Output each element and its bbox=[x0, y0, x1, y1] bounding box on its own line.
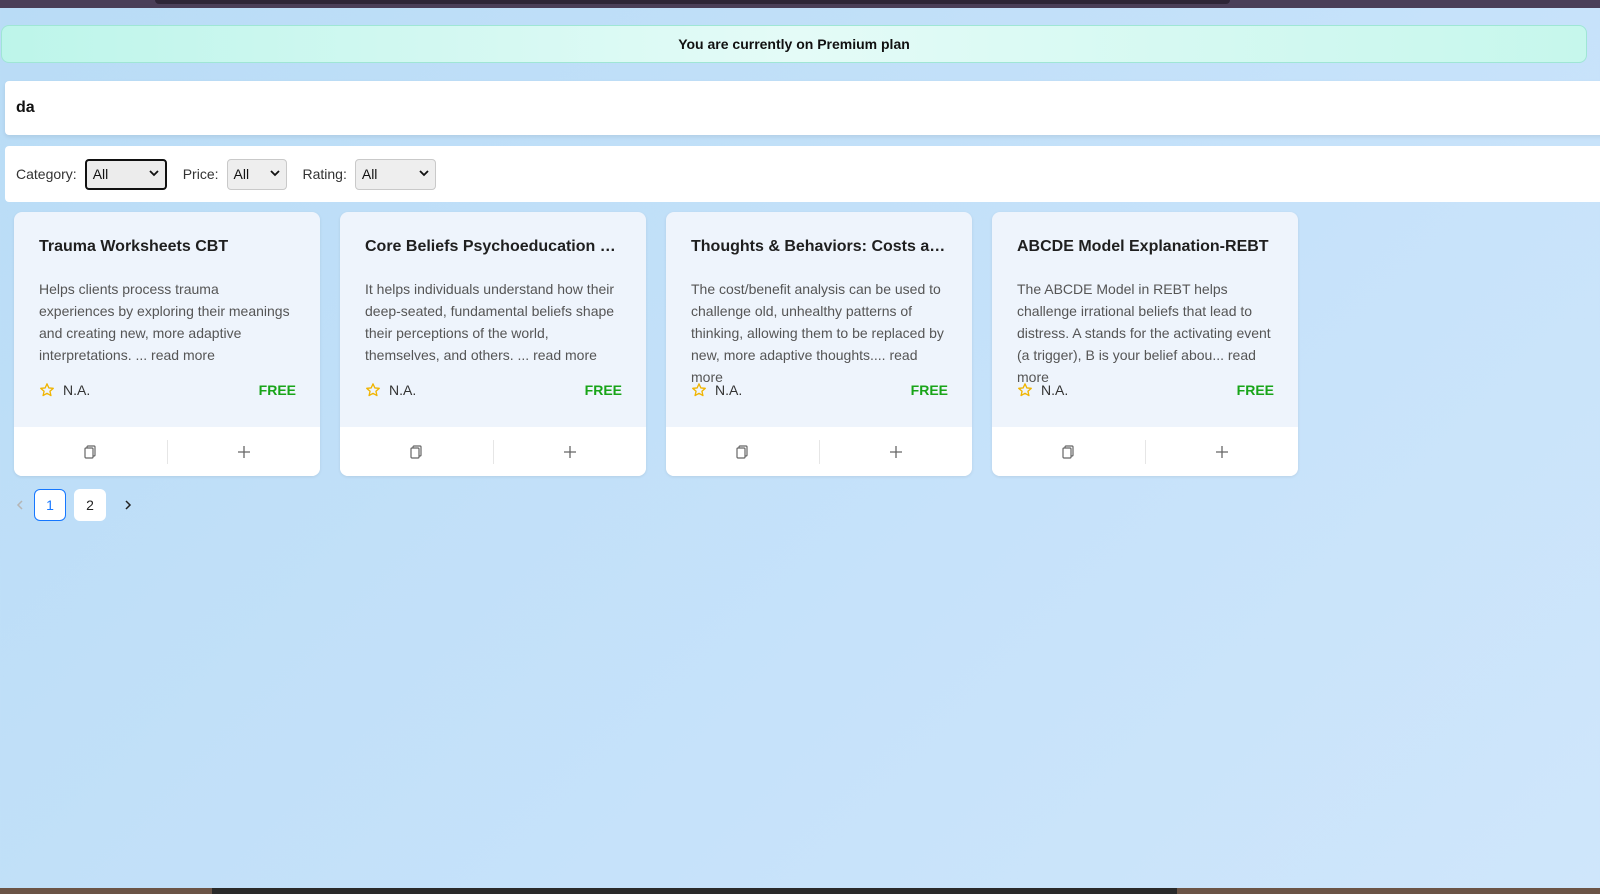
star-icon bbox=[40, 383, 54, 397]
category-filter-label: Category: bbox=[16, 166, 77, 182]
plus-icon bbox=[889, 445, 902, 458]
page-2-button[interactable]: 2 bbox=[74, 489, 106, 521]
plus-icon bbox=[563, 445, 576, 458]
plus-icon bbox=[1215, 445, 1228, 458]
card-price: FREE bbox=[258, 382, 296, 398]
card-meta: N.A. FREE bbox=[365, 382, 622, 398]
filter-bar: Category: All Price: All Rating: All bbox=[5, 146, 1600, 202]
copy-icon bbox=[410, 444, 422, 459]
search-input[interactable] bbox=[16, 99, 616, 117]
card-rating: N.A. bbox=[39, 382, 90, 398]
card-description: Helps clients process trauma experiences… bbox=[39, 281, 290, 363]
prev-page-button[interactable] bbox=[14, 500, 26, 510]
pagination: 1 2 bbox=[14, 489, 134, 521]
card-description: The ABCDE Model in REBT helps challenge … bbox=[1017, 281, 1271, 385]
chevron-down-icon bbox=[269, 169, 280, 180]
card-rating: N.A. bbox=[691, 382, 742, 398]
add-button[interactable] bbox=[494, 427, 647, 476]
worksheet-card[interactable]: ABCDE Model Explanation-REBT The ABCDE M… bbox=[992, 212, 1298, 476]
chevron-down-icon bbox=[419, 169, 429, 180]
taskbar-strip bbox=[212, 888, 1177, 894]
copy-button[interactable] bbox=[340, 427, 493, 476]
add-button[interactable] bbox=[1146, 427, 1299, 476]
card-price: FREE bbox=[584, 382, 622, 398]
card-rating-value: N.A. bbox=[389, 382, 417, 398]
plan-banner: You are currently on Premium plan bbox=[1, 25, 1587, 63]
category-select[interactable]: All bbox=[84, 158, 167, 190]
card-description: The cost/benefit analysis can be used to… bbox=[691, 281, 944, 385]
add-button[interactable] bbox=[168, 427, 321, 476]
copy-button[interactable] bbox=[14, 427, 167, 476]
card-title: Trauma Worksheets CBT bbox=[39, 238, 229, 255]
plus-icon bbox=[237, 445, 250, 458]
search-bar[interactable] bbox=[5, 81, 1600, 135]
card-price: FREE bbox=[1236, 382, 1274, 398]
card-rating-value: N.A. bbox=[715, 382, 743, 398]
card-meta: N.A. FREE bbox=[691, 382, 948, 398]
browser-top-strip bbox=[0, 0, 1600, 8]
card-title: ABCDE Model Explanation-REBT bbox=[1017, 238, 1269, 255]
chevron-down-icon bbox=[149, 169, 159, 180]
star-icon bbox=[692, 383, 706, 397]
card-description: It helps individuals understand how thei… bbox=[365, 281, 615, 363]
rating-select[interactable]: All bbox=[354, 158, 436, 190]
card-rating-value: N.A. bbox=[63, 382, 91, 398]
star-icon bbox=[1018, 383, 1032, 397]
star-icon bbox=[366, 383, 380, 397]
copy-button[interactable] bbox=[992, 427, 1145, 476]
worksheet-card[interactable]: Core Beliefs Psychoeducation CBT It help… bbox=[340, 212, 646, 476]
copy-icon bbox=[84, 444, 96, 459]
price-select-value: All bbox=[233, 166, 250, 182]
card-body: ABCDE Model Explanation-REBT The ABCDE M… bbox=[992, 212, 1298, 427]
card-actions bbox=[14, 427, 320, 476]
card-rating: N.A. bbox=[365, 382, 416, 398]
card-actions bbox=[992, 427, 1298, 476]
plan-banner-text: You are currently on Premium plan bbox=[678, 36, 910, 52]
card-price: FREE bbox=[910, 382, 948, 398]
price-filter-label: Price: bbox=[182, 166, 219, 182]
card-title: Core Beliefs Psychoeducation CBT bbox=[365, 238, 622, 255]
browser-tab-strip bbox=[155, 0, 1230, 4]
browser-bottom-strip bbox=[0, 888, 1600, 894]
price-select[interactable]: All bbox=[226, 158, 287, 190]
card-body: Thoughts & Behaviors: Costs and B... The… bbox=[666, 212, 972, 427]
worksheet-card[interactable]: Trauma Worksheets CBT Helps clients proc… bbox=[14, 212, 320, 476]
card-body: Core Beliefs Psychoeducation CBT It help… bbox=[340, 212, 646, 427]
chevron-left-icon bbox=[16, 500, 23, 510]
rating-filter-label: Rating: bbox=[302, 166, 347, 182]
card-rating: N.A. bbox=[1017, 382, 1068, 398]
card-meta: N.A. FREE bbox=[39, 382, 296, 398]
add-button[interactable] bbox=[820, 427, 973, 476]
card-title: Thoughts & Behaviors: Costs and B... bbox=[691, 238, 948, 255]
worksheet-card[interactable]: Thoughts & Behaviors: Costs and B... The… bbox=[666, 212, 972, 476]
card-meta: N.A. FREE bbox=[1017, 382, 1274, 398]
card-actions bbox=[340, 427, 646, 476]
copy-icon bbox=[736, 444, 748, 459]
copy-icon bbox=[1062, 444, 1074, 459]
card-actions bbox=[666, 427, 972, 476]
category-select-value: All bbox=[92, 166, 109, 182]
card-rating-value: N.A. bbox=[1041, 382, 1069, 398]
next-page-button[interactable] bbox=[122, 500, 134, 510]
copy-button[interactable] bbox=[666, 427, 819, 476]
rating-select-value: All bbox=[361, 166, 378, 182]
chevron-right-icon bbox=[125, 500, 132, 510]
page-1-button[interactable]: 1 bbox=[34, 489, 66, 521]
card-body: Trauma Worksheets CBT Helps clients proc… bbox=[14, 212, 320, 427]
